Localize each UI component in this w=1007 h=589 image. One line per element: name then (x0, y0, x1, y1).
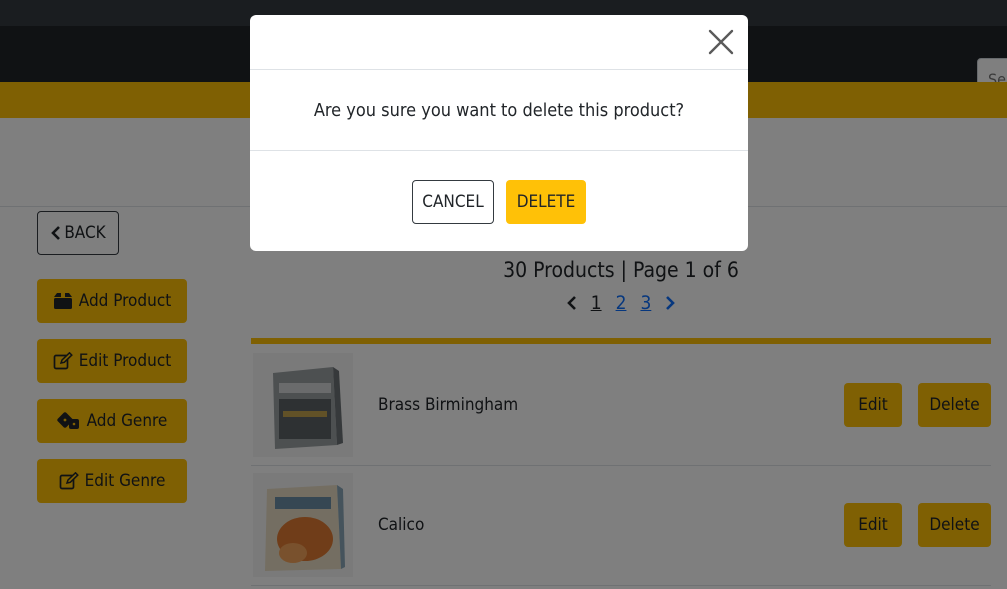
modal-footer: CANCEL DELETE (250, 150, 748, 251)
cancel-button[interactable]: CANCEL (412, 180, 494, 224)
close-icon[interactable] (706, 27, 736, 57)
modal-message: Are you sure you want to delete this pro… (313, 99, 685, 121)
confirm-delete-button[interactable]: DELETE (506, 180, 586, 224)
modal-header (250, 15, 748, 70)
delete-confirm-modal: Are you sure you want to delete this pro… (250, 15, 748, 251)
